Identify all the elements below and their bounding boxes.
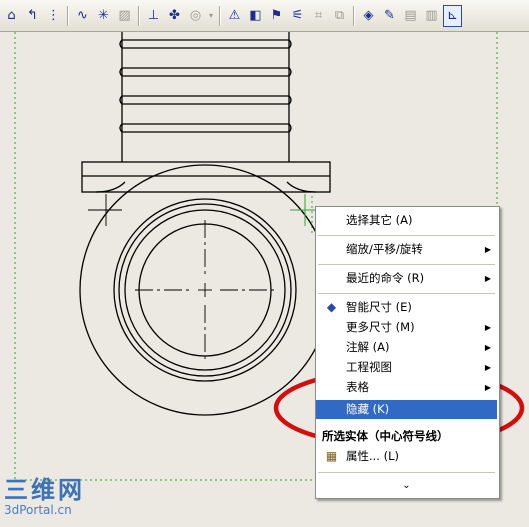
menu-item-properties[interactable]: ▦ 属性... (L) [316,447,497,466]
block-icon[interactable]: ◧ [246,5,265,27]
menu-separator [318,472,495,473]
wand-icon[interactable]: ✎ [380,5,399,27]
toolbar-separator [138,5,140,26]
menu-separator [318,235,495,236]
toolbar-separator [219,5,221,26]
datum-icon[interactable]: ⊥ [144,5,163,27]
watermark-logo: 三维网 [4,476,85,504]
menu-header-selected-entity: 所选实体（中心符号线） [316,427,497,446]
menu-item-label: 智能尺寸 (E) [346,300,412,314]
menu-item-annotations[interactable]: 注解 (A) ▶ [316,338,497,357]
menu-separator [318,264,495,265]
menu-item-label: 属性... (L) [346,449,400,463]
fillet-cross-left [88,194,122,226]
menu-expand-chevron-icon[interactable]: ⌄ [316,476,497,495]
menu-item-smart-dimension[interactable]: ◆ 智能尺寸 (E) [316,298,497,317]
menu-item-label: 工程视图 [346,360,392,374]
star-point-icon[interactable]: ✳ [94,5,113,27]
view-icon[interactable]: ⊾ [443,4,462,27]
drawing-toolbar: ⌂ ↰ ⋮ ∿ ✳ ▨ ⊥ ✤ ◎ ▾ ⚠ ◧ ⚑ ⚟ ⌗ ⧉ ◈ ✎ ▤ ▥ … [0,0,529,32]
toolbar-separator [67,5,69,26]
properties-icon: ▦ [325,449,338,463]
menu-item-label: 最近的命令 (R) [346,271,425,285]
table-format-icon[interactable]: ▥ [422,5,441,27]
submenu-arrow-icon: ▶ [484,245,491,254]
cube-icon[interactable]: ◈ [359,5,378,27]
spline-icon[interactable]: ∿ [73,5,92,27]
hatch-icon[interactable]: ▨ [115,5,134,27]
arrow-up-icon[interactable]: ↰ [23,5,42,27]
dashed-line-icon[interactable]: ⋮ [44,5,63,27]
flag-icon[interactable]: ⚑ [267,5,286,27]
menu-item-select-other[interactable]: 选择其它 (A) [316,211,497,230]
toolbar-separator [353,5,355,26]
menu-item-recent-commands[interactable]: 最近的命令 (R) ▶ [316,269,497,288]
submenu-arrow-icon: ▶ [484,343,491,352]
submenu-arrow-icon: ▶ [484,363,491,372]
menu-item-more-dimensions[interactable]: 更多尺寸 (M) ▶ [316,318,497,337]
menu-separator [318,293,495,294]
menu-item-label: 缩放/平移/旋转 [346,242,423,256]
menu-item-hide[interactable]: 隐藏 (K) [316,400,497,419]
weld-icon[interactable]: ✤ [165,5,184,27]
watermark-site: 3dPortal.cn [4,503,72,517]
arc-dimension-icon[interactable]: ⌂ [2,5,21,27]
menu-item-zoom-pan-rotate[interactable]: 缩放/平移/旋转 ▶ [316,240,497,259]
menu-item-label: 注解 (A) [346,340,390,354]
menu-item-label: 选择其它 (A) [346,213,413,227]
submenu-arrow-icon: ▶ [484,383,491,392]
smart-dimension-icon: ◆ [326,300,337,314]
menu-item-label: 隐藏 (K) [346,402,390,416]
center-mark [135,220,275,360]
triangle-note-icon[interactable]: ⚠ [225,5,244,27]
table-icon[interactable]: ▤ [401,5,420,27]
menu-item-drawing-views[interactable]: 工程视图 ▶ [316,358,497,377]
menu-header-label: 所选实体（中心符号线） [322,429,449,443]
context-menu: 选择其它 (A) 缩放/平移/旋转 ▶ 最近的命令 (R) ▶ ◆ 智能尺寸 (E) … [315,206,500,499]
surface-finish-icon[interactable]: ◎ [186,5,205,27]
watermark: 三维网 3dPortal.cn [4,477,85,517]
dropdown-arrow-icon[interactable]: ▾ [207,5,215,27]
menu-expand-label: ⌄ [402,480,411,491]
menu-item-tables[interactable]: 表格 ▶ [316,378,497,397]
menu-item-label: 表格 [346,380,369,394]
balloon-icon[interactable]: ⚟ [288,5,307,27]
layer-icon[interactable]: ⧉ [330,5,349,27]
submenu-arrow-icon: ▶ [484,274,491,283]
grid-icon[interactable]: ⌗ [309,5,328,27]
submenu-arrow-icon: ▶ [484,323,491,332]
menu-item-label: 更多尺寸 (M) [346,320,415,334]
